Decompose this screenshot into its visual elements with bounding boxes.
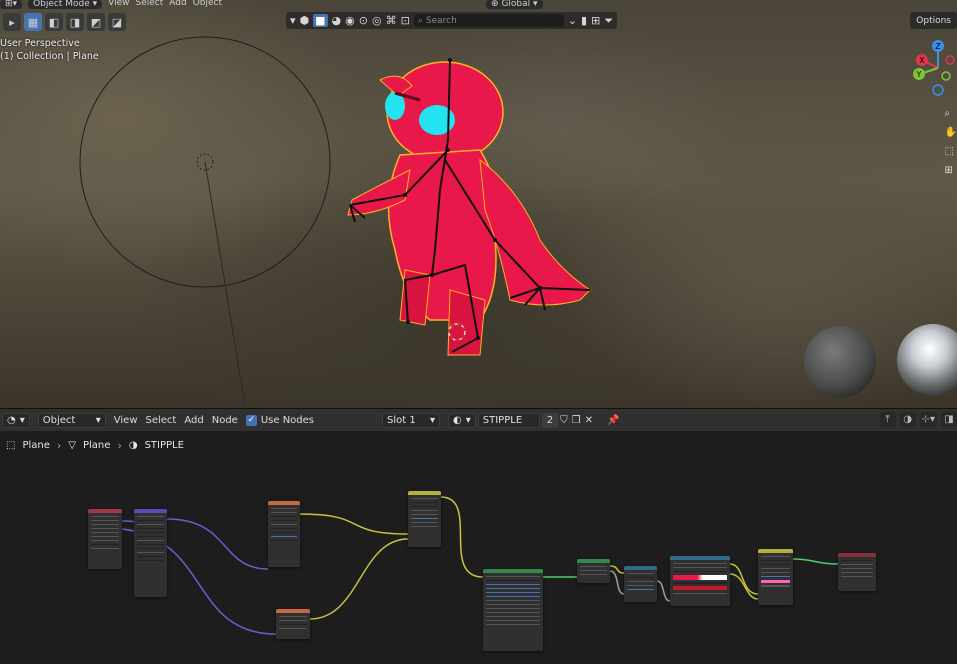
options-label: Options <box>916 15 951 26</box>
zoom-icon[interactable]: ⌕ <box>945 108 957 119</box>
pan-hand-icon[interactable]: ✋ <box>945 127 957 138</box>
node-mapping[interactable] <box>134 509 167 597</box>
light-filter-icon[interactable]: ◉ <box>345 14 355 27</box>
3d-viewport[interactable]: ⊞▾ Object Mode ▾ View Select Add Object … <box>0 0 957 408</box>
menu-view[interactable]: View <box>108 0 129 9</box>
node-principled-bsdf[interactable] <box>483 569 543 651</box>
hdri-preview-sphere <box>897 324 957 396</box>
mesh-filter-icon[interactable]: ■ <box>313 14 328 27</box>
select-subtract-icon[interactable]: ◨ <box>66 13 84 31</box>
bookmark-icon[interactable]: ▮ <box>581 14 587 27</box>
search-placeholder: Search <box>425 15 457 26</box>
search-icon: ⌕ <box>417 15 423 26</box>
svg-text:X: X <box>919 56 925 65</box>
select-intersect-icon[interactable]: ◪ <box>108 13 126 31</box>
visibility-dropdown-icon[interactable]: ▾ <box>290 14 296 27</box>
node-color-ramp[interactable] <box>670 556 730 606</box>
matcap-preview-sphere <box>804 326 876 398</box>
hierarchy-icon[interactable]: ⊞ <box>591 14 600 27</box>
perspective-label: User Perspective <box>0 38 80 49</box>
search-input[interactable]: ⌕ Search <box>413 14 564 27</box>
selection-tools: ▸ ▦ ◧ ◨ ◩ ◪ <box>0 12 126 32</box>
select-box-icon[interactable]: ▦ <box>24 13 42 31</box>
ortho-grid-icon[interactable]: ⊞ <box>945 165 957 176</box>
viewport-info: User Perspective (1) Collection | Plane <box>0 37 99 63</box>
node-voronoi-texture[interactable] <box>276 609 310 639</box>
svg-text:Z: Z <box>935 42 941 51</box>
more-filter-icon[interactable]: ⊡ <box>401 14 410 27</box>
collection-label: (1) Collection | Plane <box>0 51 99 62</box>
orientation-label: Global <box>501 0 531 9</box>
select-invert-icon[interactable]: ◩ <box>87 13 105 31</box>
node-mix-color[interactable] <box>408 491 441 547</box>
editor-type-icon[interactable]: ⊞▾ <box>0 0 23 9</box>
viewport-header: ⊞▾ Object Mode ▾ View Select Add Object … <box>0 0 957 9</box>
node-material-output[interactable] <box>838 553 876 591</box>
select-extend-icon[interactable]: ◧ <box>45 13 63 31</box>
menu-object[interactable]: Object <box>193 0 222 9</box>
orientation-dropdown[interactable]: ⊕ Global ▾ <box>486 0 543 9</box>
node-math-multiply[interactable] <box>624 566 657 602</box>
menu-add[interactable]: Add <box>169 0 186 9</box>
filter-dropdown-icon[interactable]: ⌄ <box>568 14 577 27</box>
node-texture-coordinate[interactable] <box>88 509 122 569</box>
viewport-toolbar: ▾ ⬢ ■ ◕ ◉ ⊙ ◎ ⌘ ⊡ ⌕ Search ⌄ ▮ ⊞ ⏷ <box>286 12 618 29</box>
navigation-gizmo[interactable]: Z X Y <box>910 38 957 100</box>
camera-view-icon[interactable]: ⬚ <box>945 146 957 157</box>
node-image-texture[interactable] <box>268 501 300 567</box>
viewport-nav-buttons: ⌕ ✋ ⬚ ⊞ <box>945 108 957 176</box>
mode-dropdown[interactable]: Object Mode ▾ <box>28 0 103 9</box>
options-button[interactable]: Options <box>910 12 957 29</box>
character-mesh <box>347 61 591 356</box>
object-type-icon[interactable]: ⬢ <box>300 14 310 27</box>
camera-filter-icon[interactable]: ⊙ <box>359 14 368 27</box>
world-filter-icon[interactable]: ◎ <box>372 14 382 27</box>
empty-filter-icon[interactable]: ⌘ <box>386 14 397 27</box>
viewport-scene[interactable] <box>0 0 957 408</box>
svg-text:Y: Y <box>916 70 922 79</box>
light-direction-line <box>204 161 246 406</box>
select-tool-icon[interactable]: ▸ <box>3 13 21 31</box>
node-shader-to-rgb[interactable] <box>577 559 610 583</box>
shading-icon[interactable]: ◕ <box>332 14 342 27</box>
menu-select[interactable]: Select <box>136 0 164 9</box>
funnel-icon[interactable]: ⏷ <box>604 14 613 28</box>
node-mix-multiply[interactable] <box>758 549 793 605</box>
mode-label: Object Mode <box>33 0 90 9</box>
shader-node-editor[interactable]: ◔ ▾ Object ▾ View Select Add Node ✓ Use N… <box>0 408 957 664</box>
